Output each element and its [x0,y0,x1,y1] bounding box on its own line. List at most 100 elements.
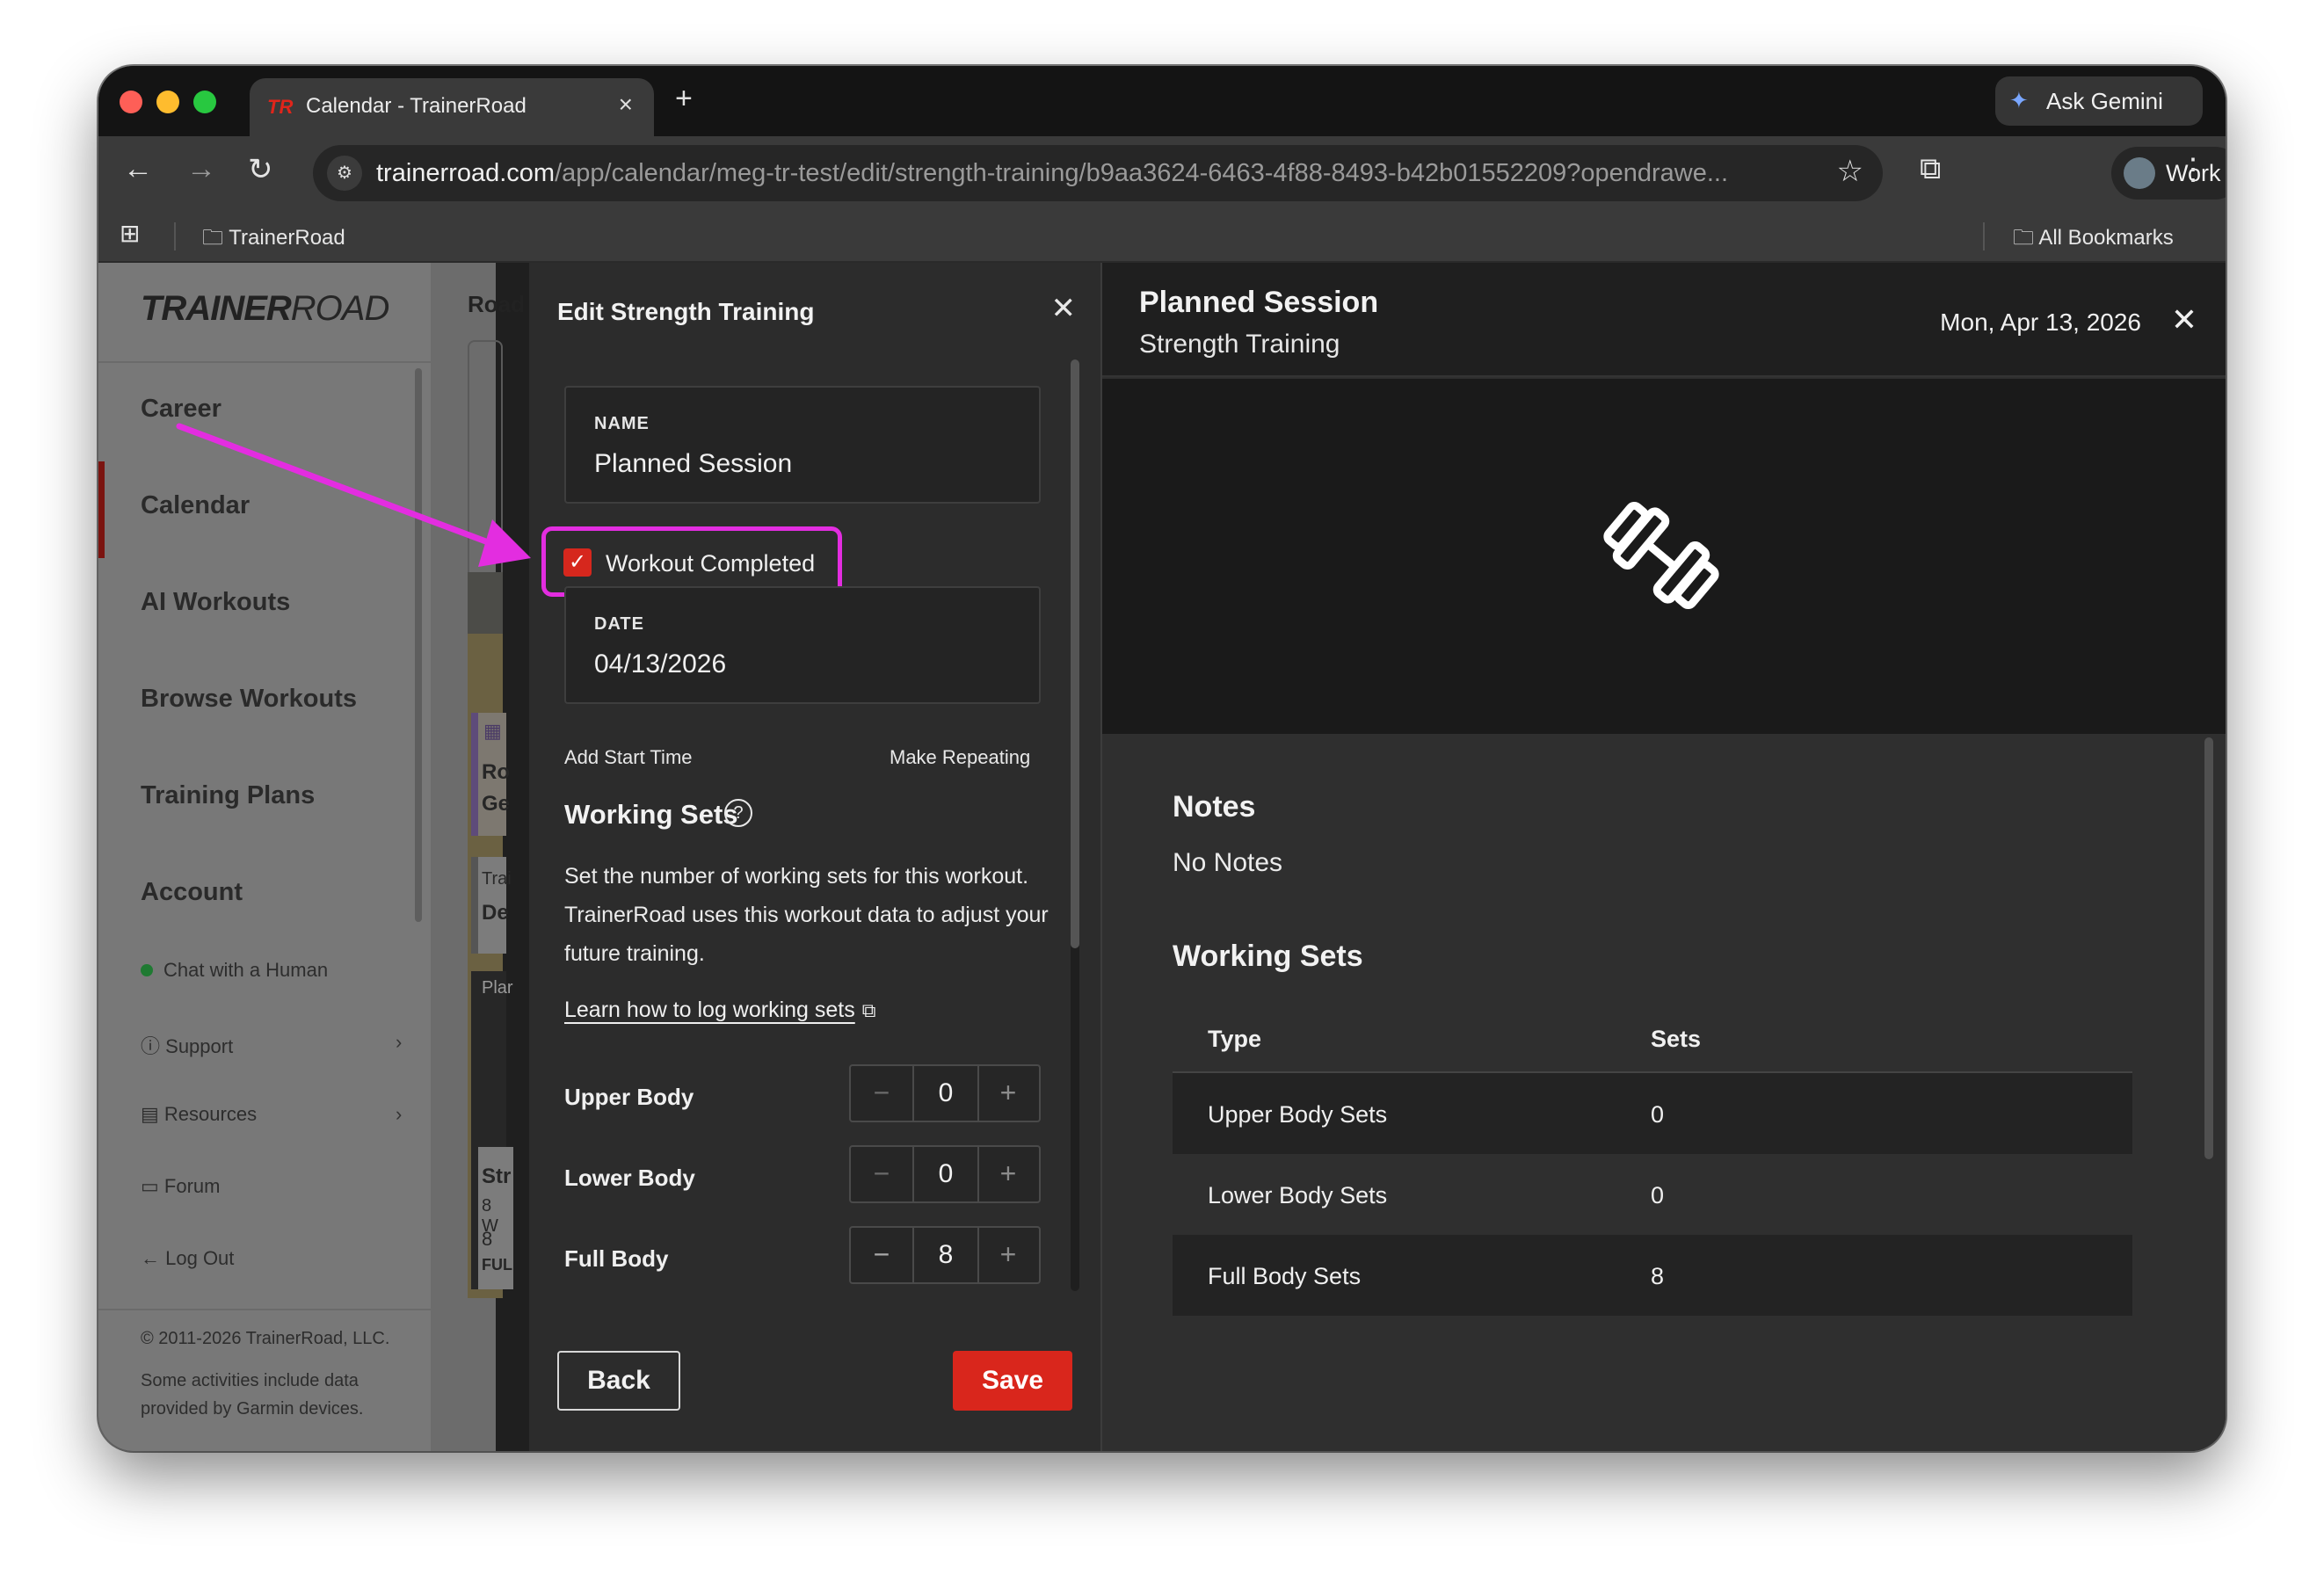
checkmark-icon: ✓ [563,548,592,577]
edit-panel-scrollbar[interactable] [1071,359,1079,1291]
planned-session-detail: Planned Session Strength Training Mon, A… [1100,263,2226,1451]
calendar-card[interactable]: Trai De [471,857,512,954]
tab-close-icon[interactable]: × [619,91,633,119]
sidebar-footer-divider [98,1309,431,1310]
gemini-sparkle-icon: ✦ [2009,87,2029,113]
trainerroad-favicon-icon: TR [267,96,294,118]
site-settings-icon[interactable]: ⚙ [327,156,362,191]
decrement-button[interactable]: − [851,1147,912,1201]
name-value: Planned Session [594,449,793,478]
profile-button[interactable]: Work [2111,147,2226,200]
detail-title: Planned Session [1139,286,1379,319]
bookmark-folder-label: TrainerRoad [229,226,345,250]
browser-window: TR Calendar - TrainerRoad × + ✦ Ask Gemi… [98,66,2226,1451]
reload-icon[interactable]: ↻ [248,152,273,187]
calendar-road-label: Road [468,291,525,317]
sidebar-scrollbar[interactable] [415,368,422,922]
forum-link[interactable]: ▭ Forum [141,1175,220,1198]
calendar-day-header [468,572,503,634]
support-link[interactable]: ⓘ Support › [141,1031,402,1059]
increment-button[interactable]: + [977,1228,1039,1282]
detail-scrollbar[interactable] [2204,737,2213,1159]
sidebar-item-browse-workouts[interactable]: Browse Workouts [141,685,357,714]
row-type: Lower Body Sets [1208,1182,1388,1208]
date-value: 04/13/2026 [594,649,727,679]
make-repeating-link[interactable]: Make Repeating [890,746,1030,769]
increment-button[interactable]: + [977,1066,1039,1121]
sidebar-divider [98,361,431,363]
new-tab-button[interactable]: + [675,82,693,116]
detail-date: Mon, Apr 13, 2026 [1940,308,2141,336]
minimize-window-button[interactable] [156,91,179,113]
trainerroad-logo[interactable]: TRAINERROAD [141,289,389,329]
sidebar-item-calendar[interactable]: Calendar [141,491,250,520]
table-row: Upper Body Sets 0 [1173,1073,2132,1154]
sidebar-item-ai-workouts[interactable]: AI Workouts [141,588,290,617]
forum-chat-icon: ▭ [141,1175,159,1197]
calendar-card[interactable]: ▦ Ro Ge [471,713,510,836]
sidebar-item-account[interactable]: Account [141,878,243,907]
close-window-button[interactable] [120,91,142,113]
cast-search-icon[interactable]: ⧉ [1920,152,1941,186]
sidebar-item-career[interactable]: Career [141,395,222,424]
row-sets: 0 [1651,1101,1665,1128]
bookmarks-bar: ⊞ 🗀 TrainerRoad 🗀 All Bookmarks [98,210,2226,263]
active-nav-indicator [98,461,105,558]
date-field[interactable]: DATE 04/13/2026 [564,586,1041,704]
browser-tab[interactable]: TR Calendar - TrainerRoad × [250,78,654,136]
forward-arrow-icon[interactable]: → [186,152,216,186]
logo-bold: TRAINER [141,289,292,328]
close-detail-icon[interactable]: ✕ [2171,301,2197,338]
apps-grid-icon[interactable]: ⊞ [120,219,140,248]
row-sets: 8 [1651,1263,1665,1289]
address-bar[interactable]: ⚙ trainerroad.com/app/calendar/meg-tr-te… [313,145,1883,201]
logout-link[interactable]: ← Log Out [141,1247,234,1270]
working-sets-title: Working Sets [564,799,738,830]
increment-button[interactable]: + [977,1147,1039,1201]
logo-light: ROAD [290,289,390,328]
add-start-time-link[interactable]: Add Start Time [564,746,693,769]
close-edit-icon[interactable]: ✕ [1051,291,1077,326]
sidebar-item-training-plans[interactable]: Training Plans [141,781,315,810]
working-sets-table: Type Sets Upper Body Sets 0 Lower Body S… [1173,994,2132,1316]
detail-subtitle: Strength Training [1139,330,1340,359]
name-label: NAME [594,414,650,433]
upper-body-label: Upper Body [564,1084,694,1110]
table-row: Lower Body Sets 0 [1173,1154,2132,1235]
bookmark-folder-trainerroad[interactable]: 🗀 TrainerRoad [202,222,345,258]
calendar-card[interactable]: Plar Str 8 W 8 FUL [471,971,513,1289]
col-sets-header: Sets [1651,1026,1702,1052]
back-button[interactable]: Back [557,1351,680,1411]
maximize-window-button[interactable] [193,91,216,113]
bookmark-star-icon[interactable]: ☆ [1837,154,1863,189]
decrement-button[interactable]: − [851,1066,912,1121]
garmin-attribution: Some activities include data provided by… [141,1371,364,1419]
tab-title: Calendar - TrainerRoad [306,94,527,118]
upper-body-value[interactable]: 0 [912,1066,979,1121]
avatar [2124,157,2155,189]
row-type: Upper Body Sets [1208,1101,1388,1128]
learn-working-sets-link[interactable]: Learn how to log working sets ⧉ [564,998,875,1023]
ask-gemini-button[interactable]: ✦ Ask Gemini [1995,76,2203,126]
question-circle-icon[interactable]: ? [724,799,752,827]
kebab-menu-icon[interactable]: ⋮ [2178,152,2208,187]
scrollbar-thumb[interactable] [1071,359,1079,948]
chat-with-human-link[interactable]: Chat with a Human [141,959,328,982]
calendar-card-text: Ge [482,792,511,816]
row-sets: 0 [1651,1182,1665,1208]
full-body-value[interactable]: 8 [912,1228,979,1282]
lower-body-value[interactable]: 0 [912,1147,979,1201]
all-bookmarks-button[interactable]: 🗀 All Bookmarks [2013,222,2174,258]
folder-icon: 🗀 [2013,226,2034,250]
notes-value: No Notes [1173,848,1283,877]
chat-label: Chat with a Human [163,959,329,981]
back-arrow-icon[interactable]: ← [123,152,153,186]
table-header-row: Type Sets [1173,994,2132,1073]
name-field[interactable]: NAME Planned Session [564,386,1041,504]
calendar-card-text: Ro [482,760,510,784]
save-button[interactable]: Save [953,1351,1072,1411]
decrement-button[interactable]: − [851,1228,912,1282]
resources-link[interactable]: ▤ Resources › [141,1103,402,1126]
detail-working-sets-title: Working Sets [1173,940,1363,973]
edit-panel-title: Edit Strength Training [557,298,815,325]
